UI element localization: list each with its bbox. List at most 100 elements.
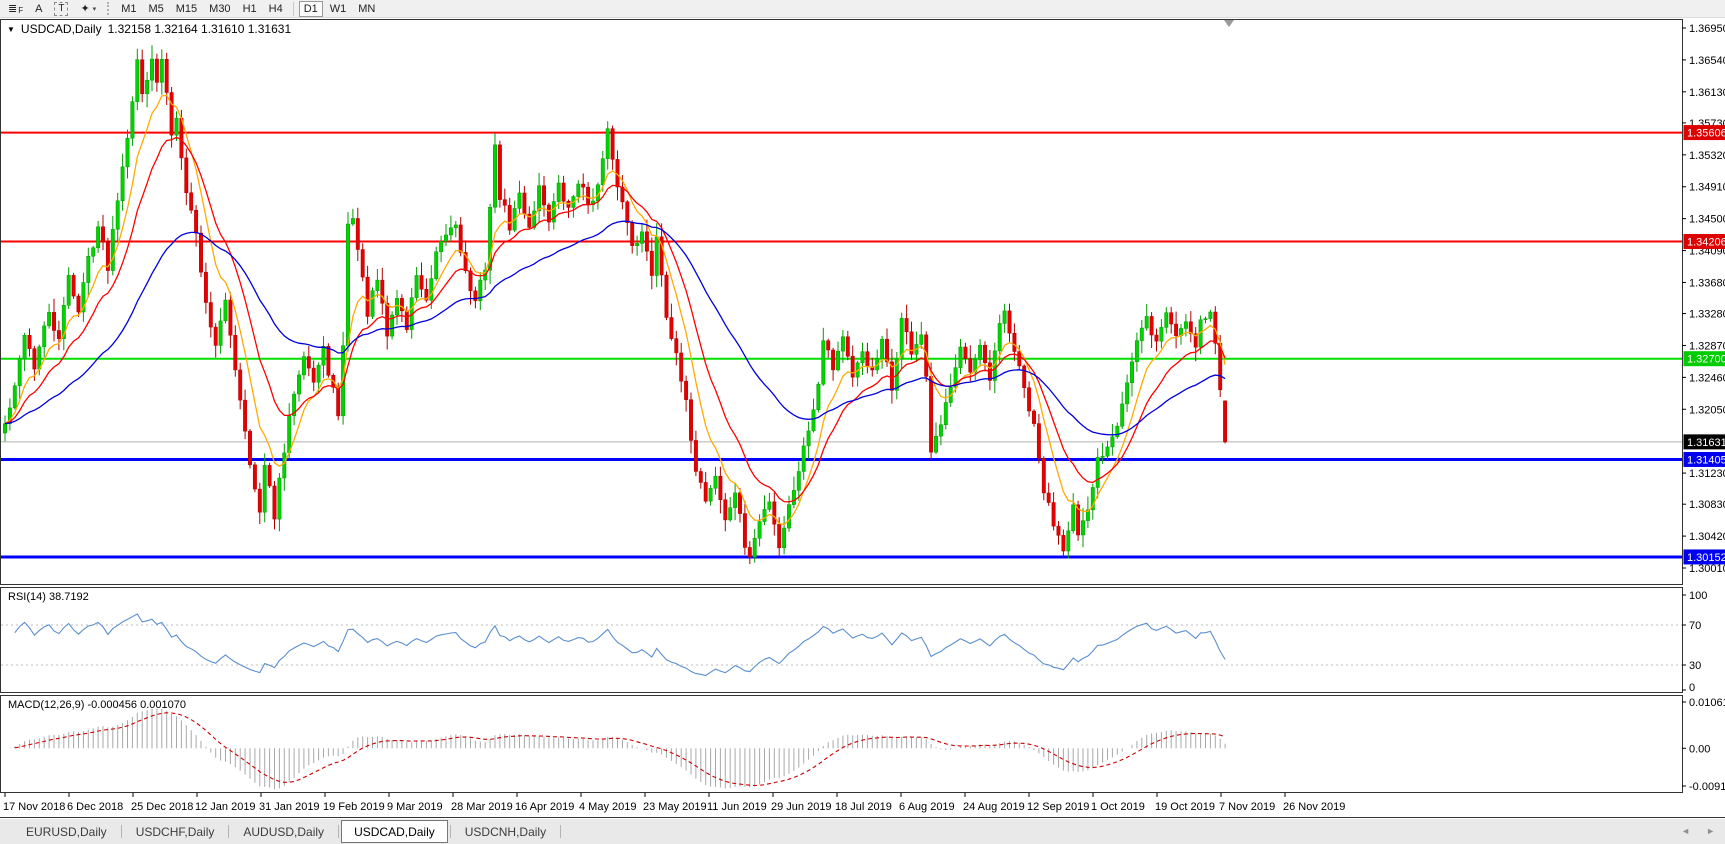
candle-body: [155, 59, 158, 82]
date-axis-label: 19 Oct 2019: [1155, 801, 1215, 813]
font-tool-icon[interactable]: A: [30, 1, 47, 17]
collapse-triangle-icon[interactable]: ▼: [7, 25, 15, 34]
timeframe-button-M1[interactable]: M1: [116, 1, 141, 17]
candle-body: [366, 277, 369, 316]
candle-body: [1121, 404, 1124, 426]
candle-body: [1101, 456, 1104, 457]
candle-body: [787, 505, 790, 529]
date-axis-label: 6 Dec 2018: [67, 801, 123, 813]
candle-body: [190, 193, 193, 210]
chart-canvas[interactable]: 1.369501.365401.361301.357301.353201.349…: [0, 0, 1725, 844]
timeframe-button-H1[interactable]: H1: [238, 1, 262, 17]
timeframe-button-M30[interactable]: M30: [204, 1, 235, 17]
indicators-list-icon[interactable]: ≣F: [3, 1, 28, 17]
candle-body: [831, 350, 834, 370]
candle-body: [258, 489, 261, 512]
candle-body: [792, 490, 795, 504]
price-tag-label: 1.31405: [1687, 454, 1725, 466]
candle-body: [782, 528, 785, 548]
tab-scroll-left[interactable]: ◄: [1681, 826, 1690, 836]
candle-body: [371, 291, 374, 317]
candle-body: [454, 225, 457, 228]
tab-separator: [560, 825, 561, 838]
timeframe-button-M5[interactable]: M5: [143, 1, 168, 17]
timeframe-button-M15[interactable]: M15: [171, 1, 202, 17]
date-axis-label: 1 Oct 2019: [1091, 801, 1145, 813]
chart-title: ▼ USDCAD,Daily 1.32158 1.32164 1.31610 1…: [7, 22, 291, 36]
text-label-tool-icon[interactable]: T: [49, 1, 73, 17]
candle-body: [327, 346, 330, 375]
timeframe-button-H4[interactable]: H4: [264, 1, 288, 17]
candle-body: [13, 386, 16, 408]
candle-body: [346, 224, 349, 346]
candle-body: [77, 296, 80, 312]
candle-body: [645, 232, 648, 251]
candle-body: [880, 339, 883, 358]
date-axis-label: 16 Apr 2019: [515, 801, 574, 813]
date-axis-label: 31 Jan 2019: [259, 801, 320, 813]
candle-body: [1018, 352, 1021, 366]
candle-body: [586, 187, 589, 204]
candle-body: [415, 275, 418, 297]
candle-body: [1111, 437, 1114, 447]
candle-body: [219, 321, 222, 346]
candle-body: [758, 522, 761, 539]
toolbar-grip[interactable]: [107, 2, 110, 15]
candle-body: [827, 341, 830, 350]
candle-body: [1013, 333, 1016, 351]
tab-eurusd[interactable]: EURUSD,Daily: [14, 821, 119, 842]
candle-body: [1052, 503, 1055, 527]
tab-usdcad[interactable]: USDCAD,Daily: [341, 820, 448, 843]
candle-body: [175, 118, 178, 135]
candle-body: [498, 145, 501, 200]
candle-body: [537, 186, 540, 211]
candle-body: [606, 129, 609, 159]
candle-body: [229, 300, 232, 335]
candle-body: [601, 159, 604, 185]
timeframe-button-MN[interactable]: MN: [353, 1, 380, 17]
candle-body: [1047, 493, 1050, 503]
price-axis-tick-label: 1.34500: [1689, 214, 1725, 226]
date-axis-label: 12 Jan 2019: [195, 801, 256, 813]
arrow-tool-icon[interactable]: ✦▾: [75, 1, 101, 17]
candle-body: [322, 346, 325, 365]
timeframe-button-D1[interactable]: D1: [299, 1, 323, 17]
candle-body: [1145, 316, 1148, 328]
candle-body: [964, 347, 967, 359]
price-axis-tick-label: 1.32050: [1689, 404, 1725, 416]
candle-body: [131, 102, 134, 138]
candle-body: [430, 279, 433, 301]
tab-usdchf[interactable]: USDCHF,Daily: [124, 821, 227, 842]
candle-body: [209, 303, 212, 328]
top-toolbar: ≣F A T ✦▾ M1M5M15M30H1H4 D1W1MN: [0, 0, 1725, 18]
macd-panel: [1, 696, 1683, 793]
candle-body: [459, 225, 462, 253]
date-axis-label: 26 Nov 2019: [1283, 801, 1345, 813]
candle-body: [47, 312, 50, 326]
tab-usdcnh[interactable]: USDCNH,Daily: [453, 821, 558, 842]
chart-ohlc-quote: 1.32158 1.32164 1.31610 1.31631: [108, 22, 292, 36]
tab-audusd[interactable]: AUDUSD,Daily: [231, 821, 336, 842]
arrow-sparkle-glyph: ✦: [80, 2, 89, 15]
candle-body: [665, 275, 668, 317]
timeframe-group: M1M5M15M30H1H4 D1W1MN: [115, 1, 381, 17]
candle-body: [577, 184, 580, 197]
candle-body: [978, 345, 981, 359]
candle-body: [1067, 531, 1070, 551]
timeframe-button-W1[interactable]: W1: [325, 1, 352, 17]
candle-body: [435, 252, 438, 279]
macd-axis-label: 0.00: [1689, 743, 1710, 755]
candle-body: [508, 205, 511, 230]
tab-scroll-right[interactable]: ►: [1706, 826, 1715, 836]
rsi-axis-label: 70: [1689, 620, 1701, 632]
candle-body: [297, 375, 300, 394]
candle-body: [253, 465, 256, 489]
candle-body: [866, 352, 869, 367]
candle-body: [724, 500, 727, 520]
candle-body: [709, 488, 712, 501]
candle-body: [101, 227, 104, 242]
candle-body: [170, 92, 173, 135]
candle-body: [214, 327, 217, 345]
candle-body: [846, 337, 849, 356]
candle-body: [1125, 383, 1128, 404]
